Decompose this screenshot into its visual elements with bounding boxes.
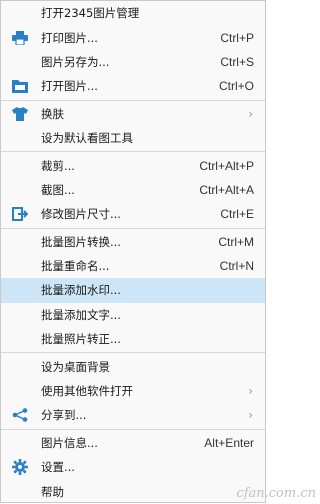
chevron-right-icon: › bbox=[248, 384, 253, 398]
chevron-right-icon: › bbox=[248, 408, 253, 422]
resize-icon bbox=[11, 205, 29, 223]
menu-item-print[interactable]: 打印图片... Ctrl+P bbox=[1, 25, 265, 49]
menu-item-help[interactable]: 帮助 bbox=[1, 479, 265, 503]
menu-item-screenshot[interactable]: 截图... Ctrl+Alt+A bbox=[1, 178, 265, 202]
separator bbox=[1, 151, 265, 152]
menu-item-save-as[interactable]: 图片另存为... Ctrl+S bbox=[1, 50, 265, 74]
separator bbox=[1, 228, 265, 229]
menu-item-open-2345-manager[interactable]: 打开2345图片管理 bbox=[1, 1, 265, 25]
menu-item-batch-watermark[interactable]: 批量添加水印... bbox=[1, 278, 265, 302]
context-menu: 打开2345图片管理 打印图片... Ctrl+P 图片另存为... Ctrl+… bbox=[0, 0, 266, 503]
menu-item-batch-add-text[interactable]: 批量添加文字... bbox=[1, 303, 265, 327]
menu-item-resize[interactable]: 修改图片尺寸... Ctrl+E bbox=[1, 202, 265, 226]
menu-item-open-with[interactable]: 使用其他软件打开 › bbox=[1, 379, 265, 403]
separator bbox=[1, 429, 265, 430]
menu-item-image-info[interactable]: 图片信息... Alt+Enter bbox=[1, 431, 265, 455]
menu-item-share[interactable]: 分享到... › bbox=[1, 403, 265, 427]
menu-item-open[interactable]: 打开图片... Ctrl+O bbox=[1, 74, 265, 98]
tshirt-icon bbox=[11, 105, 29, 123]
menu-item-batch-rename[interactable]: 批量重命名... Ctrl+N bbox=[1, 254, 265, 278]
chevron-right-icon: › bbox=[248, 107, 253, 121]
printer-icon bbox=[11, 29, 29, 47]
folder-open-icon bbox=[11, 77, 29, 95]
watermark: cfan.com.cn bbox=[236, 486, 316, 501]
menu-item-set-default[interactable]: 设为默认看图工具 bbox=[1, 126, 265, 150]
separator bbox=[1, 100, 265, 101]
menu-item-crop[interactable]: 裁剪... Ctrl+Alt+P bbox=[1, 153, 265, 177]
menu-item-skin[interactable]: 换肤 › bbox=[1, 102, 265, 126]
menu-item-batch-rotate[interactable]: 批量照片转正... bbox=[1, 327, 265, 351]
gear-icon bbox=[11, 458, 29, 476]
menu-item-settings[interactable]: 设置... bbox=[1, 455, 265, 479]
menu-item-batch-convert[interactable]: 批量图片转换... Ctrl+M bbox=[1, 230, 265, 254]
menu-item-set-wallpaper[interactable]: 设为桌面背景 bbox=[1, 354, 265, 378]
share-icon bbox=[11, 406, 29, 424]
separator bbox=[1, 352, 265, 353]
